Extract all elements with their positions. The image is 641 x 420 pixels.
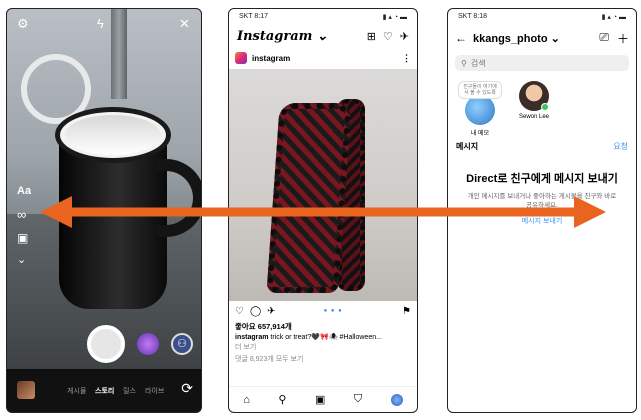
tutorial-figure: ⚙ ϟ ✕ Aa ∞ ▣ ⌄ ⚇ 게시물 스토리 릴스 라이브 ⟳ SKT 8:… <box>0 0 641 420</box>
more-link[interactable]: 더 보기 <box>229 342 417 352</box>
direct-screen: SKT 8:18 ▮ ▴ ◔ ▬ ← kkangs_photo ⌄ ⎚ ＋ ⚲ … <box>447 8 637 413</box>
feed-header: Instagram ⌄ ⊞ ♡ ✈ <box>229 25 417 47</box>
view-comments-link[interactable]: 댓글 8,923개 모두 보기 <box>229 352 417 366</box>
status-icons: ▮ ▴ ◔ ▬ <box>382 14 407 21</box>
requests-link[interactable]: 요청 <box>613 141 628 152</box>
share-icon[interactable]: ✈ <box>267 306 275 317</box>
effect-button[interactable] <box>137 333 159 355</box>
coffin-photo <box>266 103 352 293</box>
post-actions: ♡ ◯ ✈ ● ● ● ⚑ <box>229 301 417 321</box>
messages-label: 메시지 <box>456 142 479 151</box>
like-count[interactable]: 좋아요 657,914개 <box>229 321 417 332</box>
my-note[interactable]: 친구들이 여기에서 볼 수 있도록 내 메모 <box>458 81 502 137</box>
post-username[interactable]: instagram <box>252 54 290 63</box>
carousel-dots: ● ● ● <box>323 308 343 314</box>
mode-live[interactable]: 라이브 <box>145 386 164 396</box>
caption: instagram trick or treat?🖤🎀🕷 #Halloween.… <box>229 332 417 342</box>
direct-message-icon[interactable]: ✈ <box>400 30 409 43</box>
flash-off-icon[interactable]: ϟ <box>97 17 104 31</box>
avatar <box>465 95 495 125</box>
mode-post[interactable]: 게시물 <box>67 386 86 396</box>
create-post-icon[interactable]: ⊞ <box>367 30 376 43</box>
more-options-icon[interactable]: ⋮ <box>402 53 411 64</box>
avatar[interactable] <box>235 52 247 64</box>
reels-icon[interactable]: ▣ <box>315 393 325 406</box>
back-arrow-icon[interactable]: ← <box>455 31 467 45</box>
send-message-link[interactable]: 메시지 보내기 <box>448 216 636 226</box>
camera-viewfinder <box>7 9 201 369</box>
post-image[interactable] <box>229 69 417 301</box>
account-title[interactable]: kkangs_photo ⌄ <box>473 32 593 45</box>
direct-header: ← kkangs_photo ⌄ ⎚ ＋ <box>448 25 636 51</box>
create-text-button[interactable]: Aa <box>17 185 31 197</box>
new-message-icon[interactable]: ＋ <box>617 30 629 47</box>
flip-camera-icon[interactable]: ⟳ <box>181 380 193 397</box>
notes-row: 친구들이 여기에서 볼 수 있도록 내 메모 Sewon Lee <box>448 75 636 137</box>
video-call-icon[interactable]: ⎚ <box>599 30 609 47</box>
search-icon: ⚲ <box>461 58 467 68</box>
friend-note[interactable]: Sewon Lee <box>514 81 554 137</box>
feed-screen: SKT 8:17 ▮ ▴ ◔ ▬ Instagram ⌄ ⊞ ♡ ✈ insta… <box>228 8 418 413</box>
friend-name: Sewon Lee <box>518 114 550 120</box>
friend-avatar <box>519 81 549 111</box>
messages-section-header: 메시지 요청 <box>448 137 636 156</box>
chevron-down-icon[interactable]: ⌄ <box>17 253 26 266</box>
status-bar: SKT 8:17 ▮ ▴ ◔ ▬ <box>229 9 417 25</box>
mode-reels[interactable]: 릴스 <box>123 386 136 396</box>
status-time: SKT 8:17 <box>239 13 269 20</box>
online-status-dot <box>541 103 549 111</box>
like-icon[interactable]: ♡ <box>235 306 244 317</box>
comment-icon[interactable]: ◯ <box>250 306 261 317</box>
settings-icon[interactable]: ⚙ <box>17 17 29 31</box>
search-icon[interactable]: ⚲ <box>278 393 286 406</box>
empty-state-description: 개인 메시지를 보내거나 좋아하는 게시물을 친구와 바로 공유하세요. <box>467 193 617 209</box>
status-time: SKT 8:18 <box>458 13 488 20</box>
status-icons: ▮ ▴ ◔ ▬ <box>601 14 626 21</box>
shop-icon[interactable]: ⛉ <box>354 393 362 406</box>
boomerang-icon[interactable]: ∞ <box>17 207 26 222</box>
story-camera-screen: ⚙ ϟ ✕ Aa ∞ ▣ ⌄ ⚇ 게시물 스토리 릴스 라이브 ⟳ <box>6 8 202 413</box>
shutter-button[interactable] <box>87 325 125 363</box>
post-header: instagram ⋮ <box>229 47 417 69</box>
mode-story[interactable]: 스토리 <box>95 386 114 396</box>
camera-mode-bar: 게시물 스토리 릴스 라이브 ⟳ <box>7 371 201 412</box>
bottom-tab-bar: ⌂ ⚲ ▣ ⛉ <box>229 386 417 412</box>
profile-avatar-icon[interactable] <box>390 393 403 406</box>
effect-avatar-button[interactable]: ⚇ <box>171 333 193 355</box>
my-note-label: 내 메모 <box>470 131 490 137</box>
home-icon[interactable]: ⌂ <box>243 394 250 406</box>
layout-icon[interactable]: ▣ <box>17 231 28 245</box>
bookmark-icon[interactable]: ⚑ <box>402 306 411 317</box>
search-bar[interactable]: ⚲ 검색 <box>455 55 629 71</box>
close-icon[interactable]: ✕ <box>179 17 190 31</box>
search-input[interactable]: 검색 <box>471 58 486 69</box>
caption-text: trick or treat?🖤🎀🕷 #Halloween... <box>270 334 382 341</box>
heart-icon[interactable]: ♡ <box>383 30 393 43</box>
note-bubble[interactable]: 친구들이 여기에서 볼 수 있도록 <box>458 81 502 99</box>
instagram-logo[interactable]: Instagram ⌄ <box>237 29 328 44</box>
empty-state-title: Direct로 친구에게 메시지 보내기 <box>466 173 618 185</box>
status-bar: SKT 8:18 ▮ ▴ ◔ ▬ <box>448 9 636 25</box>
caption-username[interactable]: instagram <box>235 334 268 341</box>
gallery-thumbnail[interactable] <box>17 381 35 399</box>
